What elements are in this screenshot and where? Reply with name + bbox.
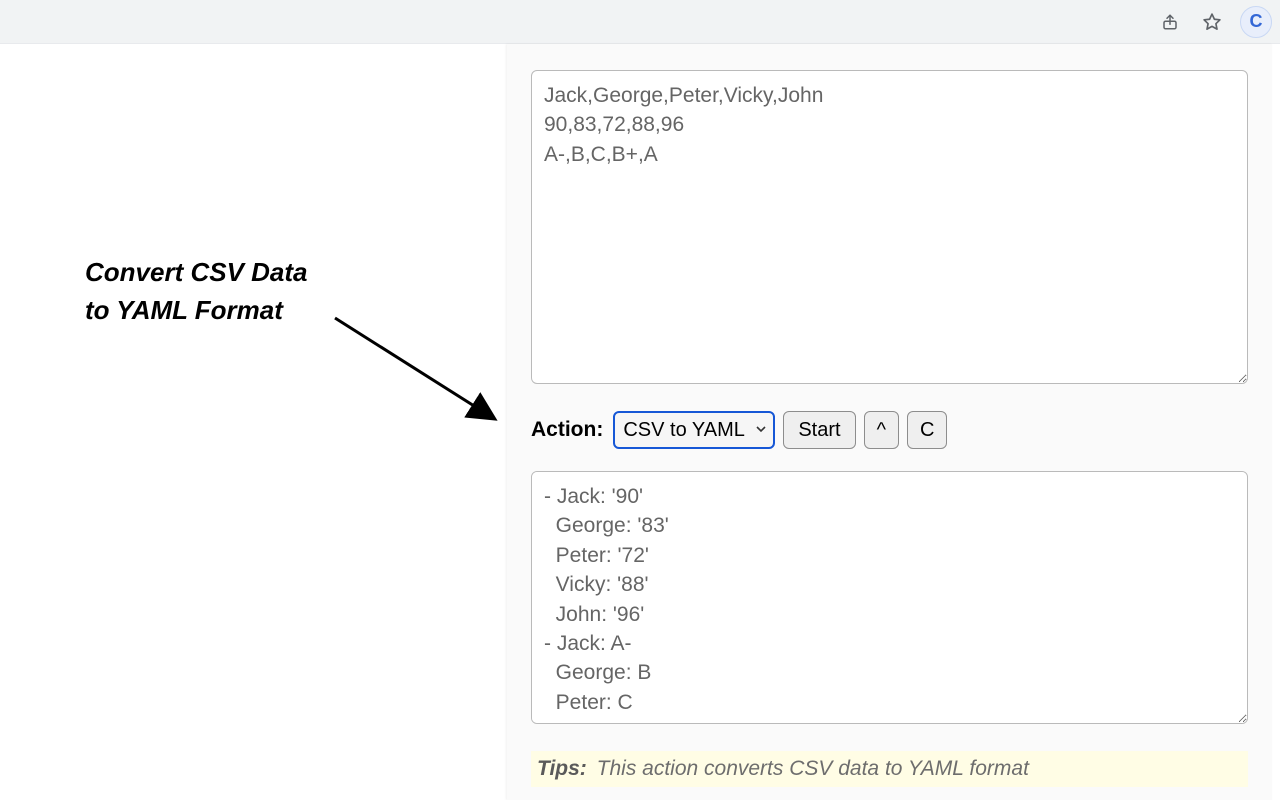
extension-popup: Action: CSV to YAML Start ^ C Tips: This… (507, 44, 1272, 800)
action-select[interactable]: CSV to YAML (613, 411, 775, 449)
share-icon[interactable] (1156, 8, 1184, 36)
start-button[interactable]: Start (783, 411, 855, 449)
caret-button[interactable]: ^ (864, 411, 899, 449)
action-label: Action: (531, 418, 603, 442)
annotation-line-1: Convert CSV Data (85, 257, 308, 287)
annotation-line-2: to YAML Format (85, 295, 283, 325)
extension-icon-letter: C (1250, 11, 1263, 32)
tips-label: Tips: (537, 757, 587, 780)
tips-bar: Tips: This action converts CSV data to Y… (531, 751, 1248, 787)
csv-input-textarea[interactable] (531, 70, 1248, 384)
arrow-icon (330, 308, 510, 428)
annotation-text: Convert CSV Data to YAML Format (85, 254, 308, 329)
yaml-output-textarea[interactable] (531, 471, 1248, 724)
tips-text: This action converts CSV data to YAML fo… (597, 757, 1029, 780)
extension-icon[interactable]: C (1240, 6, 1272, 38)
action-select-wrap: CSV to YAML (613, 411, 775, 449)
clear-button[interactable]: C (907, 411, 947, 449)
bookmark-star-icon[interactable] (1198, 8, 1226, 36)
browser-toolbar: C (0, 0, 1280, 44)
action-row: Action: CSV to YAML Start ^ C (531, 411, 1248, 449)
page-body: Convert CSV Data to YAML Format Action: … (0, 44, 1280, 800)
